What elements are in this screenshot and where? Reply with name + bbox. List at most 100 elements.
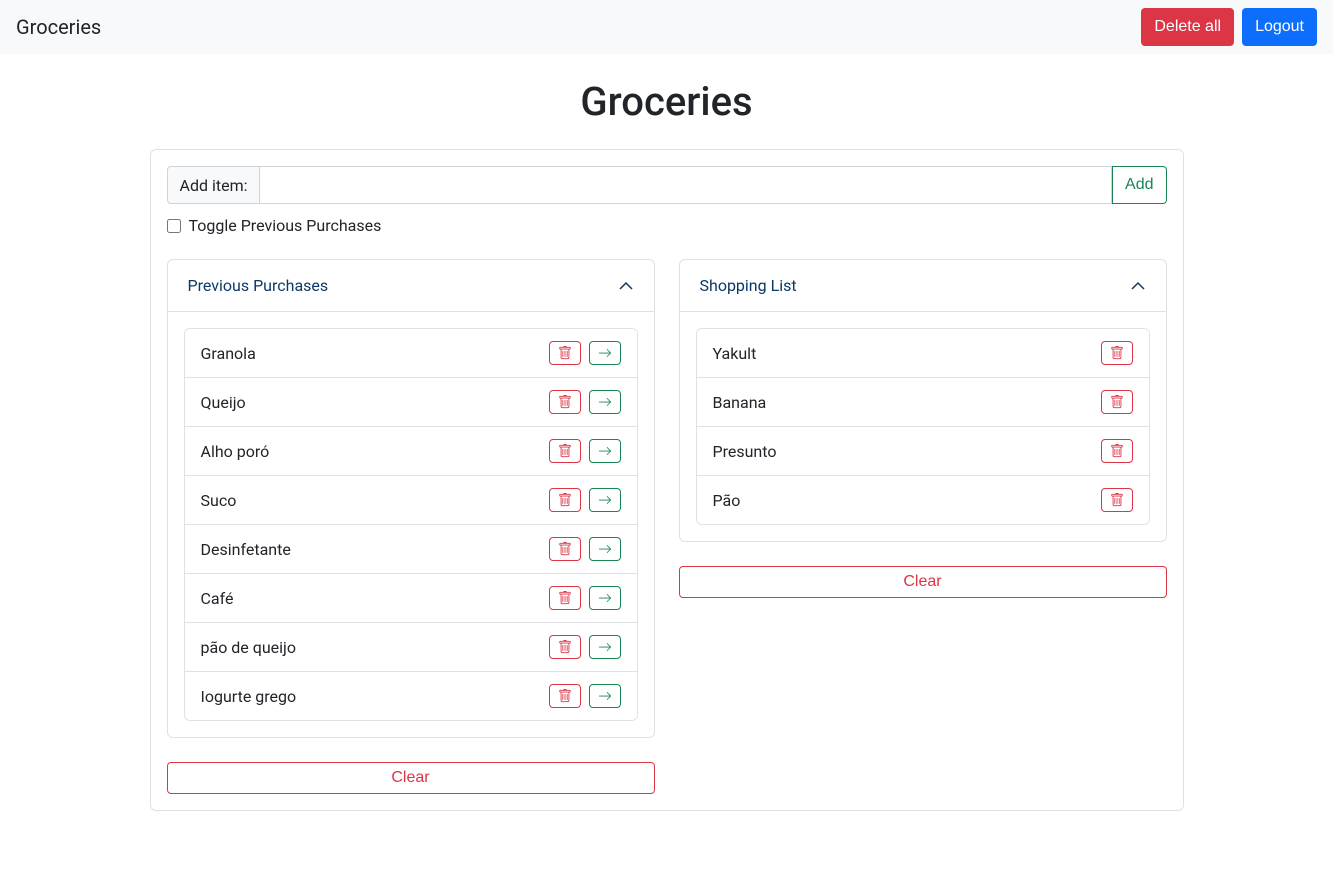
shopping-list-accordion: Shopping List Yakult Banana Presunto Pão (679, 259, 1167, 542)
previous-purchases-header[interactable]: Previous Purchases (168, 260, 654, 312)
shopping-list-column: Shopping List Yakult Banana Presunto Pão Cl… (679, 259, 1167, 794)
shopping-list-header[interactable]: Shopping List (680, 260, 1166, 312)
item-actions (549, 684, 621, 708)
arrow-right-icon (598, 591, 612, 605)
add-button[interactable]: Add (1112, 166, 1166, 204)
arrow-right-icon (598, 444, 612, 458)
chevron-up-icon (1130, 278, 1146, 294)
list-item: pão de queijo (185, 623, 637, 672)
move-button[interactable] (589, 390, 621, 414)
item-actions (1101, 439, 1133, 463)
delete-button[interactable] (1101, 390, 1133, 414)
item-label: Café (201, 589, 234, 608)
list-item: Suco (185, 476, 637, 525)
trash-icon (1110, 493, 1124, 507)
page-title: Groceries (0, 78, 1333, 125)
delete-button[interactable] (1101, 341, 1133, 365)
item-label: Presunto (713, 442, 777, 461)
arrow-right-icon (598, 493, 612, 507)
navbar-actions: Delete all Logout (1141, 8, 1317, 46)
item-actions (549, 586, 621, 610)
item-label: Yakult (713, 344, 757, 363)
toggle-previous-check: Toggle Previous Purchases (167, 216, 1167, 235)
trash-icon (558, 395, 572, 409)
previous-purchases-list: Granola Queijo Alho poróSuco Desinfetante Ca… (184, 328, 638, 721)
toggle-previous-checkbox[interactable] (167, 219, 181, 233)
shopping-list-body: Yakult Banana Presunto Pão (680, 312, 1166, 541)
arrow-right-icon (598, 640, 612, 654)
trash-icon (558, 689, 572, 703)
delete-button[interactable] (549, 684, 581, 708)
list-item: Pão (697, 476, 1149, 524)
move-button[interactable] (589, 537, 621, 561)
trash-icon (558, 640, 572, 654)
trash-icon (1110, 395, 1124, 409)
list-item: Iogurte grego (185, 672, 637, 720)
delete-button[interactable] (549, 635, 581, 659)
item-label: Pão (713, 491, 741, 510)
add-item-label: Add item: (167, 166, 260, 204)
columns: Previous Purchases Granola Queijo Alho por… (167, 259, 1167, 794)
previous-purchases-accordion: Previous Purchases Granola Queijo Alho por… (167, 259, 655, 738)
item-label: pão de queijo (201, 638, 297, 657)
list-item: Desinfetante (185, 525, 637, 574)
delete-button[interactable] (549, 586, 581, 610)
item-actions (549, 537, 621, 561)
move-button[interactable] (589, 439, 621, 463)
trash-icon (558, 444, 572, 458)
delete-button[interactable] (549, 488, 581, 512)
arrow-right-icon (598, 542, 612, 556)
previous-purchases-column: Previous Purchases Granola Queijo Alho por… (167, 259, 655, 794)
delete-button[interactable] (549, 537, 581, 561)
item-actions (1101, 390, 1133, 414)
delete-button[interactable] (549, 341, 581, 365)
delete-button[interactable] (1101, 439, 1133, 463)
trash-icon (558, 591, 572, 605)
trash-icon (1110, 346, 1124, 360)
add-item-input[interactable] (259, 166, 1112, 204)
arrow-right-icon (598, 395, 612, 409)
item-actions (1101, 341, 1133, 365)
previous-purchases-body: Granola Queijo Alho poróSuco Desinfetante Ca… (168, 312, 654, 737)
trash-icon (558, 346, 572, 360)
trash-icon (558, 542, 572, 556)
item-label: Granola (201, 344, 256, 363)
move-button[interactable] (589, 586, 621, 610)
toggle-previous-label[interactable]: Toggle Previous Purchases (189, 216, 382, 235)
delete-button[interactable] (549, 439, 581, 463)
item-actions (549, 439, 621, 463)
item-actions (549, 635, 621, 659)
item-label: Queijo (201, 393, 246, 412)
move-button[interactable] (589, 341, 621, 365)
item-label: Iogurte grego (201, 687, 297, 706)
item-label: Banana (713, 393, 767, 412)
delete-all-button[interactable]: Delete all (1141, 8, 1234, 46)
move-button[interactable] (589, 488, 621, 512)
list-item: Granola (185, 329, 637, 378)
shopping-list-title: Shopping List (700, 276, 797, 295)
list-item: Alho poró (185, 427, 637, 476)
main-card-body: Add item: Add Toggle Previous Purchases … (151, 150, 1183, 810)
item-actions (1101, 488, 1133, 512)
move-button[interactable] (589, 635, 621, 659)
trash-icon (1110, 444, 1124, 458)
list-item: Café (185, 574, 637, 623)
arrow-right-icon (598, 346, 612, 360)
previous-purchases-title: Previous Purchases (188, 276, 329, 295)
item-actions (549, 390, 621, 414)
item-label: Desinfetante (201, 540, 291, 559)
navbar: Groceries Delete all Logout (0, 0, 1333, 54)
previous-clear-button[interactable]: Clear (167, 762, 655, 794)
list-item: Yakult (697, 329, 1149, 378)
list-item: Banana (697, 378, 1149, 427)
delete-button[interactable] (1101, 488, 1133, 512)
delete-button[interactable] (549, 390, 581, 414)
navbar-brand[interactable]: Groceries (16, 15, 101, 39)
item-actions (549, 488, 621, 512)
shopping-clear-button[interactable]: Clear (679, 566, 1167, 598)
list-item: Queijo (185, 378, 637, 427)
logout-button[interactable]: Logout (1242, 8, 1317, 46)
move-button[interactable] (589, 684, 621, 708)
add-item-group: Add item: Add (167, 166, 1167, 204)
main-card: Add item: Add Toggle Previous Purchases … (150, 149, 1184, 811)
